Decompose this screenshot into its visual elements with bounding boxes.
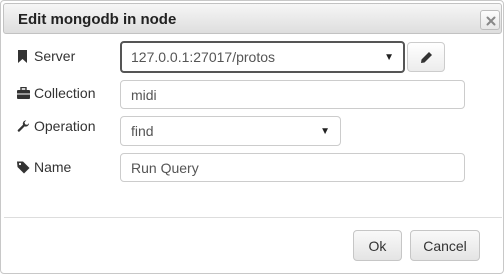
operation-label: Operation bbox=[17, 118, 95, 134]
name-label: Name bbox=[17, 159, 71, 175]
close-icon bbox=[486, 16, 496, 26]
briefcase-icon bbox=[17, 86, 30, 100]
tag-icon bbox=[17, 161, 30, 174]
server-select[interactable]: 127.0.0.1:27017/protos ▼ bbox=[120, 41, 405, 73]
wrench-icon bbox=[17, 119, 30, 133]
server-label-text: Server bbox=[34, 48, 76, 64]
server-label: Server bbox=[17, 48, 75, 64]
operation-select[interactable]: find ▼ bbox=[120, 116, 341, 146]
server-select-value: 127.0.0.1:27017/protos bbox=[131, 49, 276, 65]
edit-node-dialog: Edit mongodb in node Server 127.0.0.1:27… bbox=[0, 0, 504, 274]
collection-label-text: Collection bbox=[34, 85, 96, 101]
edit-server-button[interactable] bbox=[407, 42, 445, 72]
dialog-titlebar[interactable]: Edit mongodb in node bbox=[3, 3, 502, 34]
ok-button[interactable]: Ok bbox=[353, 230, 402, 261]
collection-label: Collection bbox=[17, 85, 95, 101]
collection-input[interactable]: midi bbox=[120, 80, 465, 109]
chevron-down-icon: ▼ bbox=[384, 51, 394, 63]
operation-select-value: find bbox=[131, 123, 154, 139]
name-label-text: Name bbox=[34, 159, 72, 175]
pencil-icon bbox=[421, 52, 432, 63]
operation-label-text: Operation bbox=[34, 118, 96, 134]
name-input-value: Run Query bbox=[131, 159, 199, 176]
name-input[interactable]: Run Query bbox=[120, 153, 465, 182]
close-button[interactable] bbox=[480, 10, 500, 30]
cancel-button[interactable]: Cancel bbox=[410, 230, 480, 261]
chevron-down-icon: ▼ bbox=[320, 125, 330, 137]
dialog-title: Edit mongodb in node bbox=[18, 11, 177, 28]
bookmark-icon bbox=[17, 49, 30, 63]
collection-input-value: midi bbox=[131, 86, 157, 103]
footer-divider bbox=[4, 217, 502, 218]
